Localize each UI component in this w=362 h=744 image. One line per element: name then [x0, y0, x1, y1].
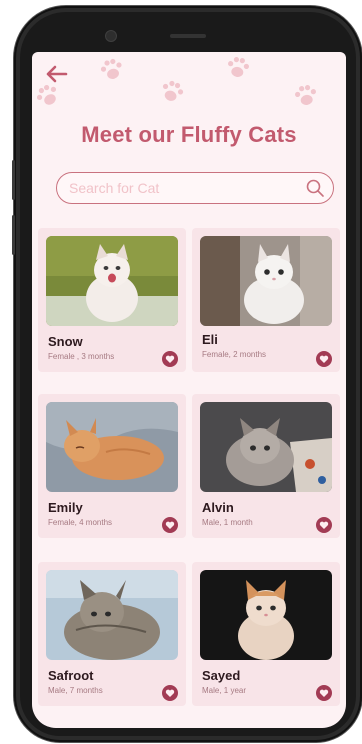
cat-card-safroot[interactable]: Safroot Male, 7 months [38, 562, 186, 706]
cat-info: Male, 1 month [202, 518, 253, 527]
cat-card-emily[interactable]: Emily Female, 4 months [38, 394, 186, 538]
page-title: Meet our Fluffy Cats [81, 122, 297, 147]
favorite-button[interactable] [162, 351, 178, 367]
front-camera [105, 30, 117, 42]
favorite-button[interactable] [162, 517, 178, 533]
cat-info: Female, 4 months [48, 518, 113, 527]
search-icon[interactable] [305, 178, 325, 198]
paw-icon [222, 52, 254, 84]
favorite-button[interactable] [162, 685, 178, 701]
earpiece-speaker [170, 34, 206, 38]
phone-side-button [12, 215, 15, 255]
cat-info: Male, 1 year [202, 686, 247, 695]
back-button[interactable] [44, 64, 68, 84]
cat-name: Emily [48, 500, 83, 515]
cat-info: Female , 3 months [48, 352, 115, 361]
cat-info: Male, 7 months [48, 686, 103, 695]
cat-card-alvin[interactable]: Alvin Male, 1 month [192, 394, 340, 538]
paw-icon [95, 53, 129, 87]
cat-name: Sayed [202, 668, 241, 683]
heart-icon [165, 355, 175, 363]
favorite-button[interactable] [316, 685, 332, 701]
search-input[interactable] [69, 173, 299, 202]
cat-photo [46, 402, 178, 492]
cat-name: Safroot [48, 668, 94, 683]
cat-card-eli[interactable]: Eli Female, 2 months [192, 228, 340, 372]
favorite-button[interactable] [316, 351, 332, 367]
phone-side-button [12, 160, 15, 200]
cat-info: Female, 2 months [202, 350, 267, 359]
arrow-left-icon [46, 65, 68, 83]
heart-icon [165, 521, 175, 529]
favorite-button[interactable] [316, 517, 332, 533]
heart-icon [319, 521, 329, 529]
cat-photo [200, 570, 332, 660]
cat-photo [200, 236, 332, 326]
cat-photo [46, 570, 178, 660]
cat-name: Snow [48, 334, 83, 349]
heart-icon [319, 355, 329, 363]
heart-icon [165, 689, 175, 697]
app-screen: Meet our Fluffy Cats Snow Female , [32, 52, 346, 728]
paw-icon [154, 74, 190, 110]
cat-name: Eli [202, 332, 218, 347]
paw-icon [290, 80, 322, 112]
cat-card-snow[interactable]: Snow Female , 3 months [38, 228, 186, 372]
heart-icon [319, 689, 329, 697]
search-bar [56, 172, 334, 204]
cat-card-sayed[interactable]: Sayed Male, 1 year [192, 562, 340, 706]
cat-photo [200, 402, 332, 492]
cat-name: Alvin [202, 500, 234, 515]
cat-photo [46, 236, 178, 326]
